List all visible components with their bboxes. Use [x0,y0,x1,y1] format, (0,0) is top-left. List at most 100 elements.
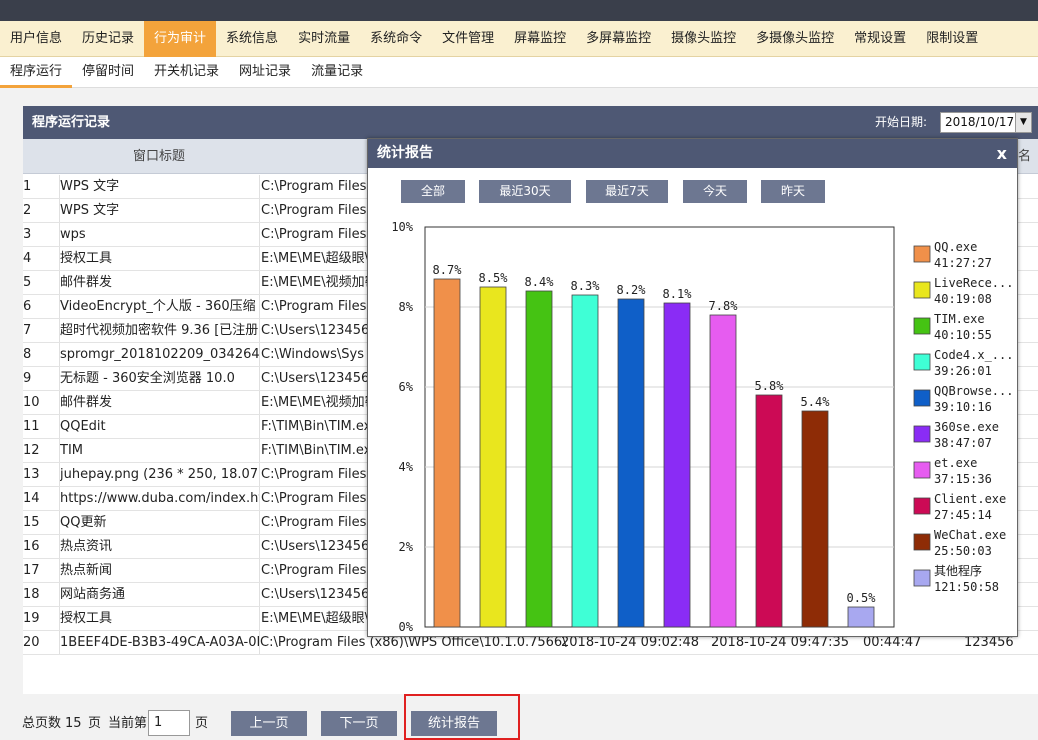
bar[interactable] [709,314,737,628]
legend-duration: 37:15:36 [934,472,992,486]
next-page-button[interactable]: 下一页 [321,711,397,736]
nav-tab[interactable]: 系统命令 [360,21,432,57]
row-window-title: 无标题 - 360安全浏览器 10.0 [59,367,259,390]
row-window-title: 1BEEF4DE-B3B3-49CA-A03A-0F2 [59,631,259,654]
legend-label: 其他程序 [934,563,982,578]
nav-tab[interactable]: 行为审计 [144,21,217,57]
sub-tab[interactable]: 开关机记录 [144,57,229,88]
bar[interactable] [801,410,829,628]
legend-swatch [913,245,931,263]
nav-tab[interactable]: 多屏幕监控 [576,21,661,57]
row-index: 12 [23,443,40,458]
data-label: 8.4% [525,275,555,289]
panel-header: 程序运行记录 开始日期: 2018/10/17 ▼ [23,106,1038,139]
nav-tab[interactable]: 实时流量 [288,21,360,57]
sub-tab[interactable]: 程序运行 [0,57,73,88]
legend-swatch [913,497,931,515]
nav-tab[interactable]: 常规设置 [844,21,916,57]
row-index: 1 [23,179,32,194]
bar[interactable] [617,298,645,628]
legend-swatch [913,281,931,299]
nav-tab[interactable]: 摄像头监控 [661,21,746,57]
main-nav: 用户信息 历史记录 行为审计 系统信息 实时流量 系统命令 文件管理 屏幕监控 多屏幕监控 摄像头… [0,21,1038,57]
row-index: 6 [23,299,32,314]
total-pages-value: 15 [65,716,82,731]
window-top-strip [0,0,1038,21]
total-pages-unit: 页 [88,716,102,731]
chevron-down-icon[interactable]: ▼ [1015,113,1031,132]
legend-duration: 121:50:58 [934,580,999,594]
bar[interactable] [847,606,875,628]
bar[interactable] [755,394,783,628]
data-label: 8.1% [663,287,693,301]
dialog-header: 统计报告 x [368,139,1017,168]
nav-tab[interactable]: 文件管理 [432,21,504,57]
sub-tab[interactable]: 流量记录 [301,57,373,88]
sub-tab[interactable]: 网址记录 [229,57,301,88]
row-index: 19 [23,611,40,626]
col-header-title: 窗口标题 [133,149,186,164]
row-window-title: TIM [59,439,259,462]
nav-tab[interactable]: 屏幕监控 [504,21,576,57]
legend-label: et.exe [934,456,977,470]
nav-tab[interactable]: 多摄像头监控 [746,21,844,57]
row-window-title: 邮件群发 [59,391,259,414]
legend-label: TIM.exe [934,312,985,326]
row-index: 9 [23,371,32,386]
sub-tab[interactable]: 停留时间 [72,57,144,88]
total-pages-label: 总页数 [22,716,62,731]
row-index: 10 [23,395,40,410]
data-label: 8.3% [571,279,601,293]
row-index: 15 [23,515,40,530]
row-window-title: 热点新闻 [59,559,259,582]
prev-page-button[interactable]: 上一页 [231,711,307,736]
row-index: 16 [23,539,40,554]
legend-duration: 39:10:16 [934,400,992,414]
row-window-title: 授权工具 [59,607,259,630]
panel-title: 程序运行记录 [32,115,111,130]
bar[interactable] [479,286,507,628]
legend-swatch [913,533,931,551]
legend-label: QQBrowse... [934,384,1013,398]
legend-label: 360se.exe [934,420,999,434]
row-index: 2 [23,203,32,218]
row-index: 4 [23,251,32,266]
bar[interactable] [571,294,599,628]
legend-duration: 41:27:27 [934,256,992,270]
legend-swatch [913,569,931,587]
highlight-box [404,694,520,740]
legend-swatch [913,389,931,407]
row-window-title: WPS 文字 [59,175,259,198]
legend-label: LiveRece... [934,276,1013,290]
close-icon[interactable]: x [997,139,1007,168]
start-date-select[interactable]: 2018/10/17 ▼ [940,112,1032,133]
nav-tab[interactable]: 系统信息 [216,21,288,57]
legend-swatch [913,353,931,371]
bar[interactable] [525,290,553,628]
y-tick-label: 2% [399,540,414,554]
nav-tab[interactable]: 用户信息 [0,21,72,57]
row-index: 5 [23,275,32,290]
current-page-input[interactable]: 1 [148,710,190,736]
bar[interactable] [663,302,691,628]
legend-duration: 40:19:08 [934,292,992,306]
current-page-label: 当前第 [108,716,148,731]
row-index: 14 [23,491,40,506]
legend-duration: 25:50:03 [934,544,992,558]
row-window-title: https://www.duba.com/index.ht [59,487,259,510]
current-page-unit: 页 [195,716,209,731]
bar[interactable] [433,278,461,628]
legend-label: WeChat.exe [934,528,1006,542]
legend-duration: 38:47:07 [934,436,992,450]
nav-tab[interactable]: 限制设置 [916,21,988,57]
row-index: 18 [23,587,40,602]
y-tick-label: 6% [399,380,414,394]
nav-tab[interactable]: 历史记录 [72,21,144,57]
start-date-label: 开始日期: [875,115,928,129]
legend-label: Code4.x_... [934,348,1013,362]
start-date-value: 2018/10/17 [945,115,1015,129]
row-window-title: 授权工具 [59,247,259,270]
row-window-title: spromgr_2018102209_034264_ [59,343,259,366]
row-index: 17 [23,563,40,578]
legend-label: QQ.exe [934,240,977,254]
